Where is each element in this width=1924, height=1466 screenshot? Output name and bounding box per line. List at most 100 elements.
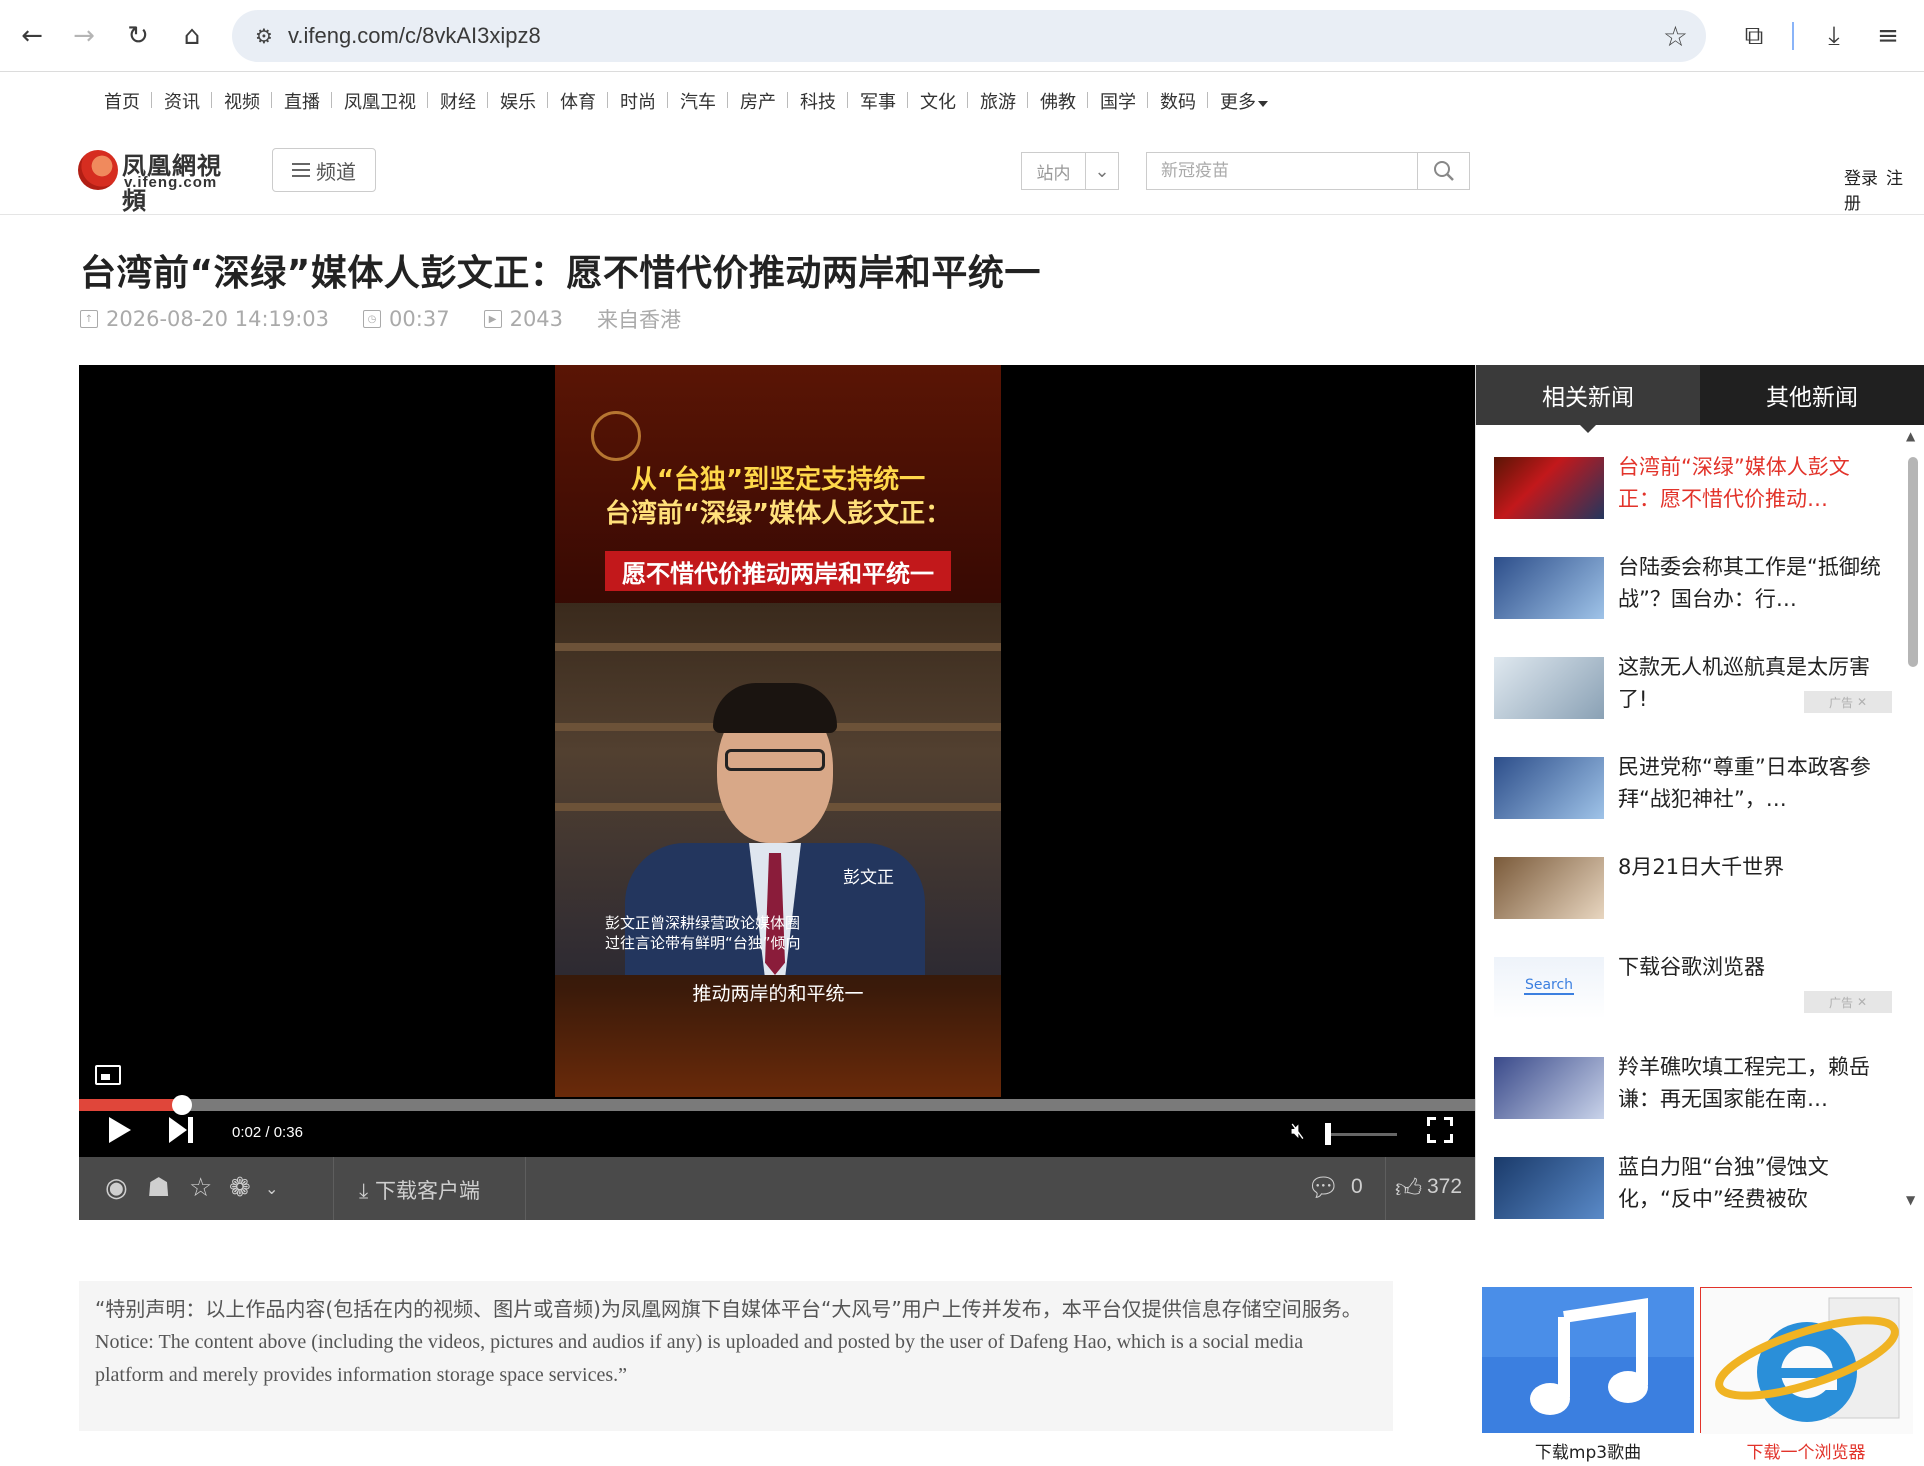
scroll-down-icon[interactable]: ▼ [1906,1193,1915,1207]
channel-nav-item[interactable]: 娱乐 [488,88,548,114]
news-title[interactable]: 下载谷歌浏览器 [1618,951,1888,983]
news-thumbnail[interactable] [1494,1157,1604,1219]
progress-knob[interactable] [172,1095,192,1115]
channel-nav-item[interactable]: 数码 [1148,88,1208,114]
channel-nav-item[interactable]: 汽车 [668,88,728,114]
chevron-down-icon[interactable]: ⌄ [1086,161,1118,182]
search-icon[interactable] [1417,153,1469,189]
news-thumbnail[interactable] [1494,557,1604,619]
channel-nav-item[interactable]: 凤凰卫视 [332,88,428,114]
channel-nav-item[interactable]: 房产 [728,88,788,114]
ad-tag[interactable]: 广告 ✕ [1804,991,1892,1013]
news-thumbnail[interactable] [1494,857,1604,919]
picture-in-picture-icon[interactable] [95,1065,121,1085]
tab-other-news[interactable]: 其他新闻 [1700,365,1924,425]
news-title[interactable]: 台陆委会称其工作是“抵御统战”？国台办：行… [1618,551,1888,615]
channel-nav-item[interactable]: 直播 [272,88,332,114]
news-thumbnail[interactable] [1494,657,1604,719]
search-scope-label: 站内 [1022,153,1086,189]
bookmark-star-icon[interactable]: ☆ [1663,20,1688,53]
sidebar-news-item[interactable]: 羚羊礁吹填工程完工，赖岳谦：再无国家能在南… [1494,1055,1894,1127]
ad-tag[interactable]: 广告 ✕ [1804,691,1892,713]
channel-nav-item[interactable]: 文化 [908,88,968,114]
sidebar-news-item[interactable]: 这款无人机巡航真是太厉害了! 广告 ✕ [1494,655,1894,727]
sidebar-scrollbar[interactable]: ▲ ▼ [1902,427,1922,1207]
video-frame[interactable]: 从“台独”到坚定支持统一 台湾前“深绿”媒体人彭文正： 愿不惜代价推动两岸和平统… [555,365,1001,1097]
source-location: 来自香港 [597,308,682,332]
next-icon[interactable] [169,1117,197,1143]
url-text[interactable]: v.ifeng.com/c/8vkAI3xipz8 [288,23,541,49]
volume-slider[interactable] [1325,1133,1397,1136]
channel-nav-item[interactable]: 视频 [212,88,272,114]
channel-nav-item[interactable]: 时尚 [608,88,668,114]
ad-browser-label[interactable]: 下载一个浏览器 [1700,1438,1912,1463]
news-title[interactable]: 8月21日大千世界 [1618,851,1888,883]
forward-icon[interactable]: → [64,16,104,56]
site-info-icon[interactable]: ⚙ [250,22,278,50]
thumbs-up-icon[interactable]: 👍︎ [1395,1173,1422,1204]
ifeng-logo[interactable]: 凤凰網視頻 v.ifeng.com [78,148,246,215]
address-bar[interactable]: ⚙ v.ifeng.com/c/8vkAI3xipz8 ☆ [232,10,1706,62]
news-title[interactable]: 台湾前“深绿”媒体人彭文正：愿不惜代价推动… [1618,451,1888,515]
progress-bar[interactable] [79,1095,1475,1115]
ad-mp3[interactable] [1482,1287,1694,1433]
chevron-down-icon[interactable]: ⌄ [265,1179,278,1198]
channel-nav-item[interactable]: 旅游 [968,88,1028,114]
news-thumbnail[interactable]: Search [1494,957,1604,1019]
channel-nav-item[interactable]: 首页 [92,88,152,114]
extensions-icon[interactable]: ⧉ [1734,16,1774,56]
sidebar-news-item[interactable]: 蓝白力阻“台独”侵蚀文化，“反中”经费被砍 [1494,1155,1894,1220]
sidebar-news-item[interactable]: 台湾前“深绿”媒体人彭文正：愿不惜代价推动… [1494,455,1894,527]
back-icon[interactable]: ← [12,16,52,56]
news-title[interactable]: 羚羊礁吹填工程完工，赖岳谦：再无国家能在南… [1618,1051,1888,1115]
reload-icon[interactable]: ↻ [118,16,158,56]
sidebar-news-item[interactable]: 民进党称“尊重”日本政客参拜“战犯神社”，… [1494,755,1894,827]
download-icon[interactable]: ⤓ [1814,16,1854,56]
video-player[interactable]: 从“台独”到坚定支持统一 台湾前“深绿”媒体人彭文正： 愿不惜代价推动两岸和平统… [79,365,1475,1220]
search-scope-select[interactable]: 站内 ⌄ [1021,152,1119,190]
sidebar-news-item[interactable]: 8月21日大千世界 [1494,855,1894,927]
channel-nav-item[interactable]: 体育 [548,88,608,114]
sidebar-news-item[interactable]: 台陆委会称其工作是“抵御统战”？国台办：行… [1494,555,1894,627]
close-icon[interactable]: ✕ [1857,695,1867,709]
ad-mp3-label[interactable]: 下载mp3歌曲 [1482,1438,1694,1463]
star-icon[interactable]: ☆ [189,1173,212,1203]
toolbar-divider [1792,22,1794,50]
channel-nav-item[interactable]: 科技 [788,88,848,114]
media-control-icon[interactable]: ≡ [1868,16,1908,56]
channel-nav-item[interactable]: 军事 [848,88,908,114]
news-title[interactable]: 民进党称“尊重”日本政客参拜“战犯神社”，… [1618,751,1888,815]
caret-down-icon[interactable] [1258,100,1268,107]
search-input[interactable] [1147,153,1417,189]
wechat-icon[interactable]: ❁ [229,1173,251,1203]
qq-icon[interactable]: ☗ [147,1173,170,1203]
video-duration: ◷ 00:37 [363,304,450,334]
channel-nav-item[interactable]: 财经 [428,88,488,114]
scrollbar-thumb[interactable] [1908,457,1918,667]
channel-menu-button[interactable]: 频道 [272,148,376,192]
channel-nav-item[interactable]: 国学 [1088,88,1148,114]
publish-time: ↑ 2026-08-20 14:19:03 [80,304,329,334]
home-icon[interactable]: ⌂ [172,16,212,56]
news-thumbnail[interactable] [1494,457,1604,519]
channel-nav-item[interactable]: 佛教 [1028,88,1088,114]
download-client-button[interactable]: ⤓ 下载客户端 [359,1175,480,1205]
volume-muted-icon[interactable]: 🔇︎ [1291,1119,1305,1144]
weibo-icon[interactable]: ◉ [105,1173,128,1203]
scroll-up-icon[interactable]: ▲ [1906,429,1915,443]
news-title[interactable]: 蓝白力阻“台独”侵蚀文化，“反中”经费被砍 [1618,1151,1888,1215]
sidebar-news-item[interactable]: Search 下载谷歌浏览器 广告 ✕ [1494,955,1894,1027]
login-link[interactable]: 登录 [1844,169,1878,189]
play-icon[interactable] [109,1117,131,1143]
close-icon[interactable]: ✕ [1857,995,1867,1009]
channel-nav-item[interactable]: 资讯 [152,88,212,114]
news-thumbnail[interactable] [1494,1057,1604,1119]
comment-icon[interactable]: 💬︎ [1307,1173,1340,1203]
channel-nav-item[interactable]: 更多 [1208,88,1280,114]
volume-knob[interactable] [1325,1123,1331,1145]
site-search [1146,152,1470,190]
tab-related-news[interactable]: 相关新闻 [1476,365,1700,433]
news-thumbnail[interactable] [1494,757,1604,819]
ad-browser[interactable] [1700,1287,1913,1434]
fullscreen-icon[interactable] [1427,1117,1453,1143]
